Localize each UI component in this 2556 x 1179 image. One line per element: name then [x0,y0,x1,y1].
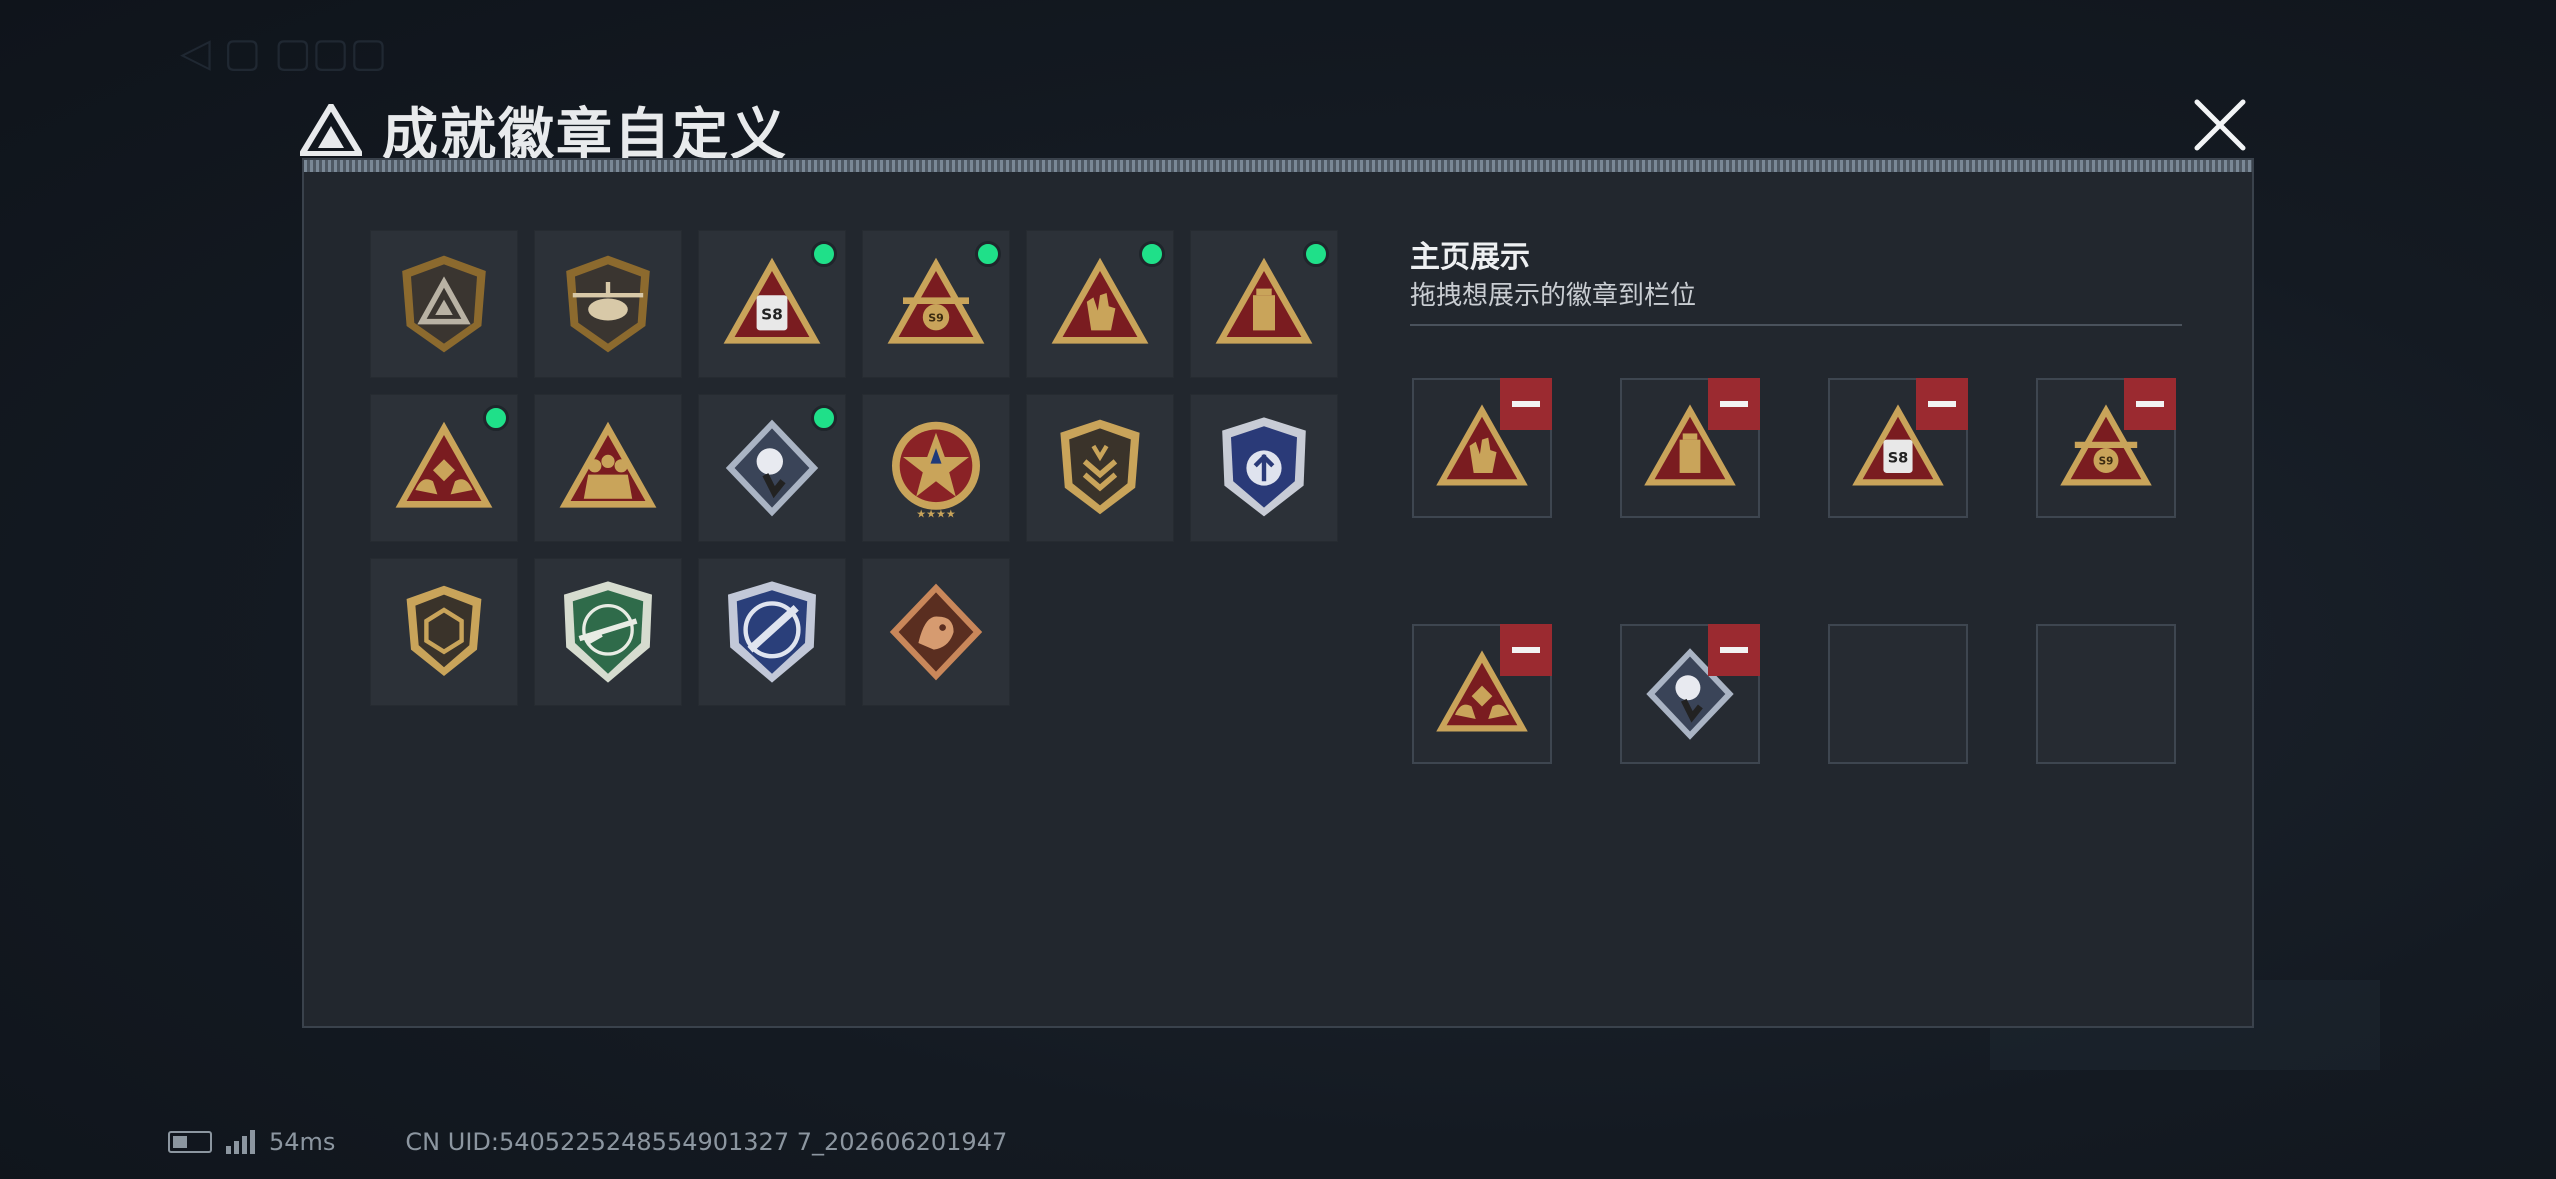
badge-cell[interactable] [862,558,1010,706]
new-indicator-dot [811,405,837,431]
drink-badge-icon [1215,257,1313,344]
remove-badge-button[interactable] [1916,378,1968,430]
minus-icon [1512,401,1540,407]
badge-cell[interactable] [1026,394,1174,542]
display-slot[interactable]: S8 [1828,378,1968,518]
badge-cell[interactable] [370,558,518,706]
green-rifle-badge-icon [564,581,652,683]
badge-cell[interactable] [1026,230,1174,378]
ping-value: 54ms [269,1128,336,1156]
hands-die-badge-icon [395,421,493,508]
empty-display-slot[interactable] [1828,624,1968,764]
badge-cell[interactable] [1190,230,1338,378]
blue-knife-badge-icon [728,581,816,683]
homepage-subtitle: 拖拽想展示的徽章到栏位 [1410,281,1697,311]
battery-icon [168,1131,212,1153]
svg-text:S8: S8 [761,305,783,323]
helicopter-badge-icon [566,255,650,353]
badge-cell[interactable] [1190,394,1338,542]
new-indicator-dot [1139,241,1165,267]
homepage-title: 主页展示 [1410,240,1530,275]
close-icon[interactable] [2185,90,2255,160]
badge-cell[interactable]: ★★★★ [862,394,1010,542]
new-indicator-dot [483,405,509,431]
svg-text:★★★★: ★★★★ [916,508,956,521]
display-slot[interactable]: S9 [2036,378,2176,518]
soldiers-badge-icon [559,421,657,508]
dialog-header: 成就徽章自定义 [300,95,788,168]
signal-icon [226,1130,255,1154]
badge-grid: S8 S9 ★★★★ [370,230,1338,706]
new-indicator-dot [975,241,1001,267]
svg-text:S9: S9 [928,312,944,325]
panel-top-bar [304,160,2252,172]
badge-cell[interactable] [534,558,682,706]
minus-icon [2136,401,2164,407]
minus-icon [1512,647,1540,653]
badge-cell[interactable] [534,394,682,542]
status-bar: 54ms CN UID:5405225248554901327 7_202606… [168,1128,1007,1156]
divider [1410,324,2182,326]
background-faded-header: ◁ ▢ ▢▢▢ [180,30,388,76]
triangle-shield-badge-icon [402,255,486,353]
badge-cell[interactable] [370,394,518,542]
hand-sign-badge-icon [1051,257,1149,344]
display-slot[interactable] [1412,378,1552,518]
remove-badge-button[interactable] [1708,624,1760,676]
star-emblem-badge-icon: ★★★★ [892,421,980,521]
display-slot[interactable] [1620,378,1760,518]
remove-badge-button[interactable] [2124,378,2176,430]
minus-icon [1928,401,1956,407]
badge-cell[interactable] [698,394,846,542]
blue-wing-shield-badge-icon [1222,417,1306,517]
s9-turret-badge-icon: S9 [887,257,985,344]
minus-icon [1720,647,1748,653]
badge-cell[interactable]: S9 [862,230,1010,378]
badge-cell[interactable] [370,230,518,378]
display-slot[interactable] [1620,624,1760,764]
empty-display-slot[interactable] [2036,624,2176,764]
badge-customize-panel: S8 S9 ★★★★ 主页展示 拖拽想展示的徽章到栏位 S8 S9 [302,158,2254,1028]
dice-shield-badge-icon [406,585,482,676]
badge-cell[interactable] [698,558,846,706]
svg-text:S9: S9 [2099,456,2114,468]
remove-badge-button[interactable] [1708,378,1760,430]
s8-robot-badge-icon: S8 [723,257,821,344]
triangle-logo-icon [300,104,362,156]
uid-text: CN UID:5405225248554901327 7_20260620194… [405,1128,1008,1156]
chevron-shield-badge-icon [1060,419,1140,515]
badge-cell[interactable]: S8 [698,230,846,378]
new-indicator-dot [811,241,837,267]
new-indicator-dot [1303,241,1329,267]
svg-text:S8: S8 [1888,450,1909,467]
remove-badge-button[interactable] [1500,624,1552,676]
badge-cell[interactable] [534,230,682,378]
remove-badge-button[interactable] [1500,378,1552,430]
display-slot[interactable] [1412,624,1552,764]
dragon-badge-icon [889,583,983,681]
rose-badge-icon [725,419,819,517]
minus-icon [1720,401,1748,407]
homepage-slots: S8 S9 [1412,378,2176,764]
